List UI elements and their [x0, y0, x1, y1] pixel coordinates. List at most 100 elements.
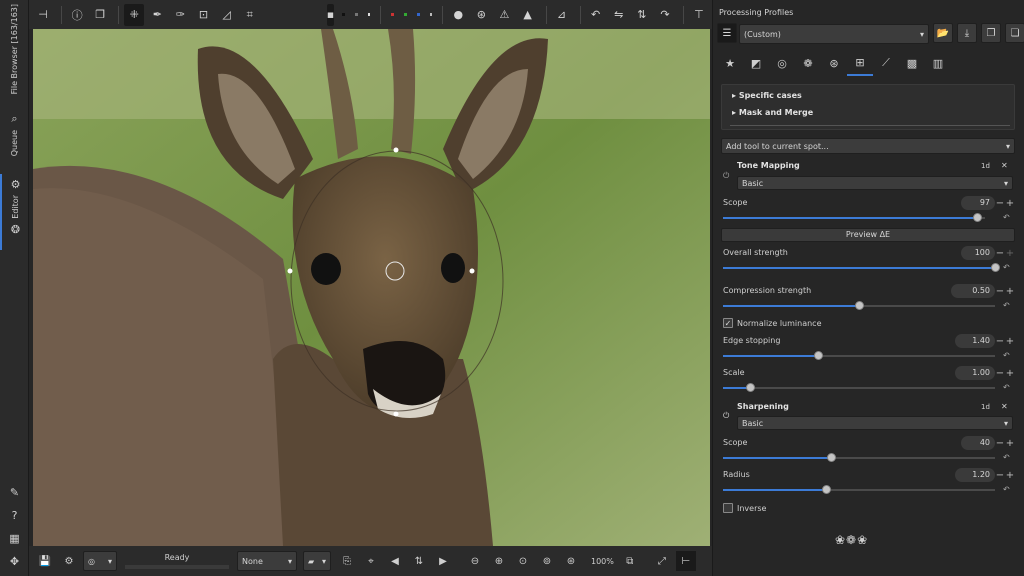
normalize-luminance-checkbox[interactable]: ✓	[723, 318, 733, 328]
tab-file-browser[interactable]: File Browser [163/163]	[0, 4, 29, 104]
color-picker-icon[interactable]: ✒	[147, 4, 167, 26]
fullscreen-icon[interactable]: ⤢	[652, 551, 672, 571]
compression-strength-spinbox[interactable]: 0.50− +	[951, 284, 1015, 298]
edge-stopping-slider[interactable]	[723, 351, 995, 360]
flip-vertical-icon[interactable]: ⇅	[632, 4, 652, 26]
reset-icon[interactable]: ↶	[1003, 301, 1010, 310]
tab-queue[interactable]: ⌕ Queue	[0, 108, 29, 168]
perspective-icon[interactable]: ⌗	[240, 4, 260, 26]
before-after-icon[interactable]: ❐	[90, 4, 110, 26]
send-to-queue-icon[interactable]: ⚙	[59, 551, 79, 571]
zoom-100-icon[interactable]: ⊛	[561, 551, 581, 571]
minus-icon[interactable]: −	[995, 470, 1005, 481]
scale-spinbox[interactable]: 1.00− +	[955, 366, 1015, 380]
previous-image-icon[interactable]: ◀	[385, 551, 405, 571]
straighten-icon[interactable]: ◿	[217, 4, 237, 26]
channel-red-dot[interactable]	[391, 13, 395, 16]
plus-icon[interactable]: +	[1005, 286, 1015, 297]
hide-left-panel-icon[interactable]: ⊣	[33, 4, 53, 26]
power-icon[interactable]: ⏻	[723, 411, 729, 421]
sharpening-mode-select[interactable]: Basic ▾	[737, 416, 1013, 430]
close-icon[interactable]: ✕	[1001, 402, 1008, 411]
highlight-warning-icon[interactable]: ▲	[518, 4, 538, 26]
tab-exposure-icon[interactable]: ◩	[743, 50, 769, 76]
channel-blue-dot[interactable]	[416, 13, 420, 16]
tab-raw-icon[interactable]: ▩	[899, 50, 925, 76]
tab-color-icon[interactable]: ❁	[795, 50, 821, 76]
zoom-fit-icon[interactable]: ⊙	[513, 551, 533, 571]
reset-icon[interactable]: ↶	[1003, 383, 1010, 392]
crop-icon[interactable]: ⊡	[193, 4, 213, 26]
tab-advanced-icon[interactable]: ⊛	[821, 50, 847, 76]
save-profile-icon[interactable]: ⤓	[957, 23, 977, 43]
expander-specific-cases[interactable]: ▸ Specific cases	[732, 91, 802, 100]
add-tool-select[interactable]: Add tool to current spot... ▾	[721, 138, 1015, 154]
rotate-left-icon[interactable]: ↶	[586, 4, 606, 26]
paste-profile-icon[interactable]: ❏	[1005, 23, 1024, 43]
image-preview[interactable]	[33, 29, 710, 546]
shadow-warning-icon[interactable]: ⊛	[471, 4, 491, 26]
rotate-right-icon[interactable]: ↷	[655, 4, 675, 26]
copy-profile-icon[interactable]: ⎘	[337, 551, 357, 571]
scope-slider[interactable]	[723, 213, 985, 222]
spot-tool-icon[interactable]: ⁜	[124, 3, 145, 26]
reset-icon[interactable]: ↶	[1003, 263, 1010, 272]
minus-icon[interactable]: −	[995, 198, 1005, 209]
zoom-in-icon[interactable]: ⊕	[489, 551, 509, 571]
edge-stopping-spinbox[interactable]: 1.40− +	[955, 334, 1015, 348]
minus-icon[interactable]: −	[995, 286, 1005, 297]
minus-icon[interactable]: −	[995, 368, 1005, 379]
power-icon[interactable]: ⏻	[723, 171, 729, 181]
scope-spinbox[interactable]: 97− +	[961, 196, 1015, 210]
minus-icon[interactable]: −	[995, 336, 1005, 347]
sharpening-scope-slider[interactable]	[723, 453, 995, 462]
channel-lum-dot[interactable]	[429, 13, 433, 16]
move-icon[interactable]: ✥	[0, 555, 29, 568]
plus-icon[interactable]: +	[1005, 248, 1015, 259]
tab-detail-icon[interactable]: ◎	[769, 50, 795, 76]
profile-list-icon[interactable]: ☰	[717, 23, 737, 43]
tab-metadata-icon[interactable]: ▥	[925, 50, 951, 76]
preview-delta-e-button[interactable]: Preview ΔE	[721, 228, 1015, 242]
channel-green-dot[interactable]	[404, 13, 407, 16]
overall-strength-spinbox[interactable]: 100− +	[961, 246, 1015, 260]
sharpening-scope-spinbox[interactable]: 40− +	[961, 436, 1015, 450]
hide-right-panel-icon[interactable]: ⊢	[675, 551, 696, 571]
copy-profile-icon[interactable]: ❐	[981, 23, 1001, 43]
external-editor-combo[interactable]: ◎ ▾	[83, 551, 117, 571]
reset-icon[interactable]: ↶	[1003, 213, 1010, 222]
flip-horizontal-icon[interactable]: ⇋	[609, 4, 629, 26]
bg-grey-dot[interactable]	[354, 13, 358, 16]
info-icon[interactable]: ⓘ	[67, 4, 87, 26]
zoom-out-icon[interactable]: ⊖	[465, 551, 485, 571]
grid-icon[interactable]: ▦	[0, 532, 29, 545]
tab-local-adjustments-icon[interactable]: ⊞	[847, 50, 873, 76]
profile-select[interactable]: (Custom) ▾	[739, 24, 929, 44]
bg-black-dot[interactable]	[342, 13, 345, 16]
hide-top-panel-icon[interactable]: ⊤	[689, 4, 709, 26]
plus-icon[interactable]: +	[1005, 438, 1015, 449]
minus-icon[interactable]: −	[995, 438, 1005, 449]
histogram-icon[interactable]: ⊿	[552, 4, 572, 26]
new-detail-window-icon[interactable]: ⧉	[620, 551, 640, 571]
expander-mask-merge[interactable]: ▸ Mask and Merge	[732, 108, 813, 117]
radius-spinbox[interactable]: 1.20− +	[955, 468, 1015, 482]
bg-color-selector[interactable]: ▪	[326, 3, 335, 26]
overall-strength-slider[interactable]	[723, 263, 1000, 272]
plus-icon[interactable]: +	[1005, 470, 1015, 481]
next-image-icon[interactable]: ▶	[433, 551, 453, 571]
plus-sparkle-icon[interactable]: ✎	[0, 486, 29, 499]
history-combo[interactable]: ▰ ▾	[303, 551, 331, 571]
white-balance-icon[interactable]: ✑	[170, 4, 190, 26]
save-icon[interactable]: 💾	[35, 551, 55, 571]
tone-mapping-mode-select[interactable]: Basic ▾	[737, 176, 1013, 190]
reset-icon[interactable]: ↶	[1003, 351, 1010, 360]
open-profile-icon[interactable]: 📂	[933, 23, 953, 43]
focus-mask-icon[interactable]: ●	[448, 4, 468, 26]
plus-icon[interactable]: +	[1005, 368, 1015, 379]
tool-panel[interactable]: ▸ Specific cases ▸ Mask and Merge Add to…	[717, 80, 1019, 546]
minus-icon[interactable]: −	[995, 248, 1005, 259]
paste-profile-icon[interactable]: ⌖	[361, 551, 381, 571]
bg-white-dot[interactable]	[367, 13, 371, 16]
help-icon[interactable]: ?	[0, 509, 29, 522]
